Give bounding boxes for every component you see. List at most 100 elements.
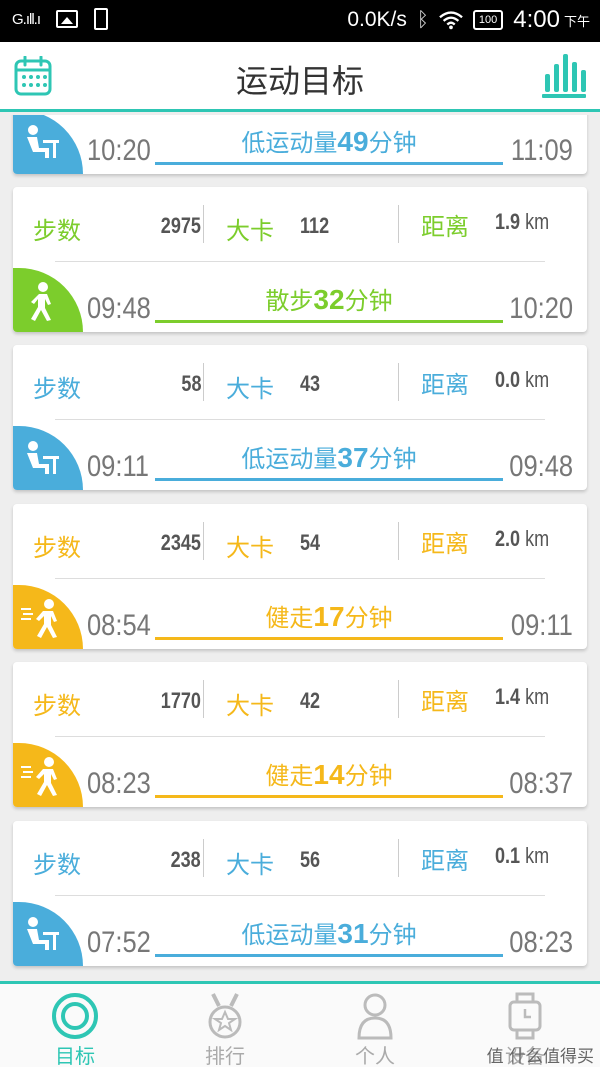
end-time: 09:11 [511, 609, 573, 642]
watermark: 值 什么值得买 [486, 1047, 594, 1067]
calories-label: 大卡 [226, 851, 274, 879]
activity-minutes: 32 [313, 284, 345, 315]
distance-value: 2.0 km [495, 526, 550, 551]
activity-badge [13, 426, 83, 490]
stats-row: 步数 58 大卡 43 距离 0.0 km [13, 345, 587, 419]
divider [55, 895, 545, 896]
distance-value: 1.9 km [495, 209, 550, 234]
calories-value: 42 [300, 688, 321, 713]
divider [398, 839, 399, 877]
distance-label: 距离 [421, 688, 469, 716]
activity-card[interactable]: 步数 2345 大卡 54 距离 2.0 km 08:54 健走17分钟 09:… [13, 504, 587, 649]
activity-card[interactable]: 步数 58 大卡 43 距离 0.0 km 09:11 低运动量37分钟 09:… [13, 345, 587, 490]
nav-label: 个人 [355, 1044, 395, 1067]
calories-label: 大卡 [226, 534, 274, 562]
timeline-bar [155, 637, 503, 640]
network-speed: 0.0K/s [347, 8, 407, 31]
timeline-bar [155, 478, 503, 481]
stats-row: 步数 2975 大卡 112 距离 1.9 km [13, 187, 587, 261]
bluetooth-icon: ᛒ [416, 8, 429, 31]
app-header: 运动目标 [0, 42, 600, 112]
activity-summary: 健走17分钟 [155, 598, 503, 633]
activity-badge [13, 268, 83, 332]
activity-minutes: 17 [313, 601, 345, 632]
activity-summary: 散步32分钟 [155, 281, 503, 316]
activity-segment: 10:20 低运动量49分钟 11:09 [13, 115, 587, 174]
activity-badge [13, 743, 83, 807]
activity-name: 低运动量 [241, 921, 338, 949]
steps-label: 步数 [33, 375, 81, 403]
watch-icon [508, 992, 542, 1040]
distance-label: 距离 [421, 530, 469, 558]
steps-value: 58 [180, 371, 201, 396]
start-time: 08:54 [87, 609, 151, 642]
minutes-unit: 分钟 [368, 445, 417, 473]
end-time: 09:48 [509, 450, 573, 483]
steps-value: 238 [170, 847, 201, 872]
calories-label: 大卡 [226, 217, 274, 245]
activity-summary: 低运动量49分钟 [155, 123, 503, 158]
bar-chart-icon[interactable] [542, 52, 586, 98]
activity-list[interactable]: 10:20 低运动量49分钟 11:09 步数 2975 大卡 112 距离 1… [0, 115, 600, 981]
start-time: 10:20 [87, 134, 151, 167]
divider [55, 419, 545, 420]
activity-segment: 09:11 低运动量37分钟 09:48 [13, 422, 587, 490]
activity-badge [13, 585, 83, 649]
distance-value: 0.1 km [495, 843, 550, 868]
activity-card[interactable]: 10:20 低运动量49分钟 11:09 [13, 115, 587, 174]
divider [398, 205, 399, 243]
divider [55, 736, 545, 737]
minutes-unit: 分钟 [344, 762, 393, 790]
calories-value: 43 [300, 371, 321, 396]
nav-label: 目标 [55, 1044, 95, 1067]
activity-segment: 08:54 健走17分钟 09:11 [13, 581, 587, 649]
distance-label: 距离 [421, 213, 469, 241]
end-time: 10:20 [509, 292, 573, 325]
stats-row: 步数 238 大卡 56 距离 0.1 km [13, 821, 587, 895]
divider [398, 363, 399, 401]
activity-card[interactable]: 步数 2975 大卡 112 距离 1.9 km 09:48 散步32分钟 10… [13, 187, 587, 332]
activity-name: 低运动量 [241, 129, 338, 157]
minutes-unit: 分钟 [368, 129, 417, 157]
nav-ranking[interactable]: 排行 [150, 984, 300, 1067]
timeline-bar [155, 954, 503, 957]
nav-profile[interactable]: 个人 [300, 984, 450, 1067]
divider [203, 839, 204, 877]
divider [203, 522, 204, 560]
divider [203, 363, 204, 401]
wifi-icon [439, 11, 463, 30]
page-title: 运动目标 [235, 62, 364, 100]
end-time: 11:09 [511, 134, 573, 167]
status-bar: G.ıll.ı 0.0K/s ᛒ 100 4:00 下午 [0, 0, 600, 42]
steps-label: 步数 [33, 692, 81, 720]
timeline-bar [155, 795, 503, 798]
calories-value: 56 [300, 847, 321, 872]
divider [55, 578, 545, 579]
target-icon [52, 993, 98, 1039]
activity-name: 健走 [265, 604, 314, 632]
activity-summary: 低运动量37分钟 [155, 439, 503, 474]
activity-card[interactable]: 步数 238 大卡 56 距离 0.1 km 07:52 低运动量31分钟 08… [13, 821, 587, 966]
calories-label: 大卡 [226, 375, 274, 403]
activity-summary: 低运动量31分钟 [155, 915, 503, 950]
activity-name: 健走 [265, 762, 314, 790]
divider [398, 680, 399, 718]
steps-label: 步数 [33, 534, 81, 562]
steps-label: 步数 [33, 851, 81, 879]
divider [203, 680, 204, 718]
stats-row: 步数 1770 大卡 42 距离 1.4 km [13, 662, 587, 736]
calories-value: 54 [300, 530, 321, 555]
divider [398, 522, 399, 560]
activity-card[interactable]: 步数 1770 大卡 42 距离 1.4 km 08:23 健走14分钟 08:… [13, 662, 587, 807]
start-time: 08:23 [87, 767, 151, 800]
steps-value: 2975 [160, 213, 201, 238]
minutes-unit: 分钟 [368, 921, 417, 949]
start-time: 07:52 [87, 926, 151, 959]
battery-icon: 100 [472, 10, 504, 30]
activity-name: 低运动量 [241, 445, 338, 473]
nav-goal[interactable]: 目标 [0, 984, 150, 1067]
start-time: 09:48 [87, 292, 151, 325]
end-time: 08:37 [509, 767, 573, 800]
start-time: 09:11 [87, 450, 149, 483]
activity-summary: 健走14分钟 [155, 756, 503, 791]
